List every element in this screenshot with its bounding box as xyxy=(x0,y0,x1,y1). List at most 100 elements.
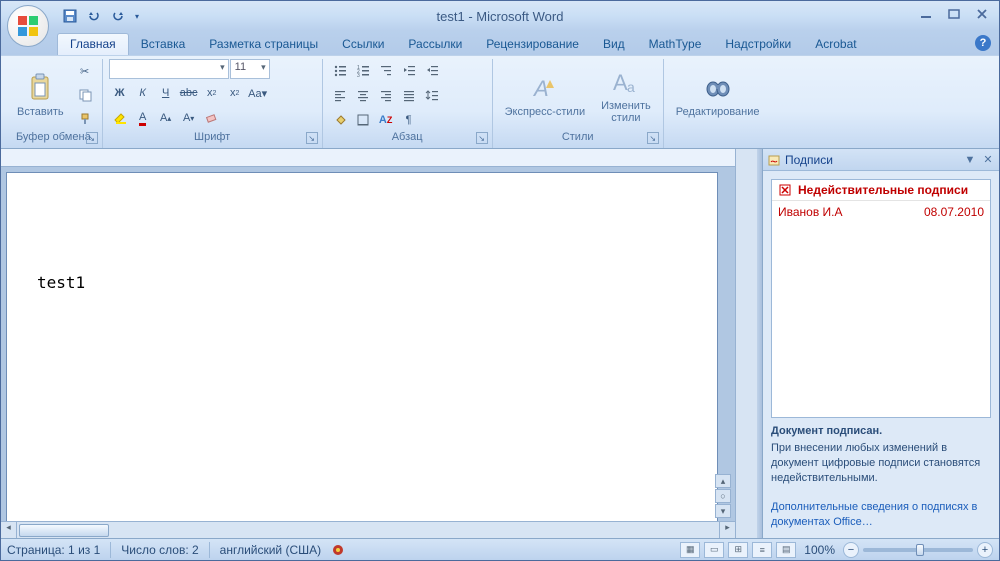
tab-page-layout[interactable]: Разметка страницы xyxy=(197,34,330,55)
paragraph-launcher[interactable]: ↘ xyxy=(476,132,488,144)
font-color-button[interactable]: A xyxy=(132,107,154,129)
redo-button[interactable] xyxy=(107,5,129,27)
zoom-slider[interactable] xyxy=(863,548,973,552)
decrease-indent-button[interactable] xyxy=(398,59,420,81)
show-marks-button[interactable]: ¶ xyxy=(398,109,420,131)
status-page[interactable]: Страница: 1 из 1 xyxy=(7,543,100,557)
increase-indent-button[interactable] xyxy=(421,59,443,81)
close-button[interactable] xyxy=(971,5,993,23)
horizontal-ruler[interactable] xyxy=(1,149,735,167)
status-word-count[interactable]: Число слов: 2 xyxy=(121,543,198,557)
cut-button[interactable]: ✂ xyxy=(74,60,96,82)
borders-icon xyxy=(356,113,370,127)
office-button[interactable] xyxy=(7,5,49,47)
horizontal-scrollbar[interactable]: ◂ ▸ xyxy=(1,521,735,538)
signatures-icon xyxy=(767,153,781,167)
tab-insert[interactable]: Вставка xyxy=(129,34,198,55)
tab-home[interactable]: Главная xyxy=(57,33,129,55)
paste-button[interactable]: Вставить xyxy=(11,70,70,120)
status-language[interactable]: английский (США) xyxy=(220,543,321,557)
vertical-scrollbar[interactable] xyxy=(735,149,757,538)
align-right-button[interactable] xyxy=(375,84,397,106)
view-outline-button[interactable]: ≡ xyxy=(752,542,772,558)
editing-button[interactable]: Редактирование xyxy=(670,70,766,120)
format-painter-button[interactable] xyxy=(74,108,96,130)
align-center-button[interactable] xyxy=(352,84,374,106)
save-button[interactable] xyxy=(59,5,81,27)
sort-button[interactable]: AZ xyxy=(375,109,397,131)
multilevel-button[interactable] xyxy=(375,59,397,81)
undo-button[interactable] xyxy=(83,5,105,27)
multilevel-icon xyxy=(379,63,393,77)
italic-button[interactable]: К xyxy=(132,82,154,104)
underline-button[interactable]: Ч xyxy=(155,82,177,104)
h-scroll-thumb[interactable] xyxy=(19,524,109,537)
highlight-button[interactable] xyxy=(109,107,131,129)
strike-button[interactable]: abc xyxy=(178,82,200,104)
browse-controls: ▴ ○ ▾ xyxy=(715,474,731,518)
line-spacing-button[interactable] xyxy=(421,84,443,106)
borders-button[interactable] xyxy=(352,109,374,131)
subscript-button[interactable]: x2 xyxy=(201,82,223,104)
chevron-down-icon: ▾ xyxy=(135,12,139,21)
qat-customize-button[interactable]: ▾ xyxy=(131,5,143,27)
document-text: test1 xyxy=(37,273,85,292)
tab-references[interactable]: Ссылки xyxy=(330,34,396,55)
tab-addins[interactable]: Надстройки xyxy=(713,34,803,55)
brush-icon xyxy=(78,112,92,126)
change-case-button[interactable]: Aa▾ xyxy=(247,82,269,104)
pane-close-button[interactable]: ✕ xyxy=(981,153,995,167)
view-draft-button[interactable]: ▤ xyxy=(776,542,796,558)
zoom-slider-knob[interactable] xyxy=(916,544,924,556)
tab-mailings[interactable]: Рассылки xyxy=(396,34,474,55)
change-styles-button[interactable]: Aa Изменить стили xyxy=(595,64,657,126)
clipboard-launcher[interactable]: ↘ xyxy=(86,132,98,144)
editing-label: Редактирование xyxy=(676,106,760,118)
view-print-layout-button[interactable]: ▦ xyxy=(680,542,700,558)
tab-view[interactable]: Вид xyxy=(591,34,637,55)
view-full-screen-button[interactable]: ▭ xyxy=(704,542,724,558)
bullets-button[interactable] xyxy=(329,59,351,81)
quick-styles-icon: A xyxy=(529,72,561,104)
bold-button[interactable]: Ж xyxy=(109,82,131,104)
numbering-button[interactable]: 123 xyxy=(352,59,374,81)
zoom-level[interactable]: 100% xyxy=(804,543,835,557)
zoom-in-button[interactable]: + xyxy=(977,542,993,558)
signatures-pane-header: Подписи ▼ ✕ xyxy=(763,149,999,171)
shrink-font-button[interactable]: A▾ xyxy=(178,107,200,129)
next-page-button[interactable]: ▾ xyxy=(715,504,731,518)
signature-entry[interactable]: Иванов И.А 08.07.2010 xyxy=(772,201,990,223)
help-button[interactable]: ? xyxy=(975,35,991,51)
maximize-button[interactable] xyxy=(943,5,965,23)
quick-styles-button[interactable]: A Экспресс-стили xyxy=(499,70,591,120)
tab-mathtype[interactable]: MathType xyxy=(637,34,714,55)
group-clipboard-label: Буфер обмена xyxy=(16,131,91,143)
styles-launcher[interactable]: ↘ xyxy=(647,132,659,144)
copy-button[interactable] xyxy=(74,84,96,106)
align-center-icon xyxy=(356,88,370,102)
minimize-button[interactable] xyxy=(915,5,937,23)
superscript-button[interactable]: x2 xyxy=(224,82,246,104)
align-left-button[interactable] xyxy=(329,84,351,106)
change-styles-icon: Aa xyxy=(610,66,642,98)
document-page[interactable]: test1 xyxy=(7,173,717,538)
font-launcher[interactable]: ↘ xyxy=(306,132,318,144)
clear-format-button[interactable] xyxy=(201,107,223,129)
page-scroll-area[interactable]: test1 ▴ ○ ▾ xyxy=(1,167,735,538)
signatures-help-link[interactable]: Дополнительные сведения о подписях в док… xyxy=(771,501,977,528)
justify-button[interactable] xyxy=(398,84,420,106)
tab-review[interactable]: Рецензирование xyxy=(474,34,591,55)
zoom-out-button[interactable]: − xyxy=(843,542,859,558)
shading-button[interactable] xyxy=(329,109,351,131)
font-name-combo[interactable] xyxy=(109,59,229,79)
signature-status-icon[interactable] xyxy=(331,543,345,557)
tab-acrobat[interactable]: Acrobat xyxy=(803,34,868,55)
previous-page-button[interactable]: ▴ xyxy=(715,474,731,488)
pane-menu-button[interactable]: ▼ xyxy=(963,153,977,167)
paste-label: Вставить xyxy=(17,106,64,118)
font-size-combo[interactable]: 11 xyxy=(230,59,270,79)
grow-font-button[interactable]: A▴ xyxy=(155,107,177,129)
signature-date: 08.07.2010 xyxy=(924,205,984,219)
view-web-button[interactable]: ⊞ xyxy=(728,542,748,558)
browse-object-button[interactable]: ○ xyxy=(715,489,731,503)
